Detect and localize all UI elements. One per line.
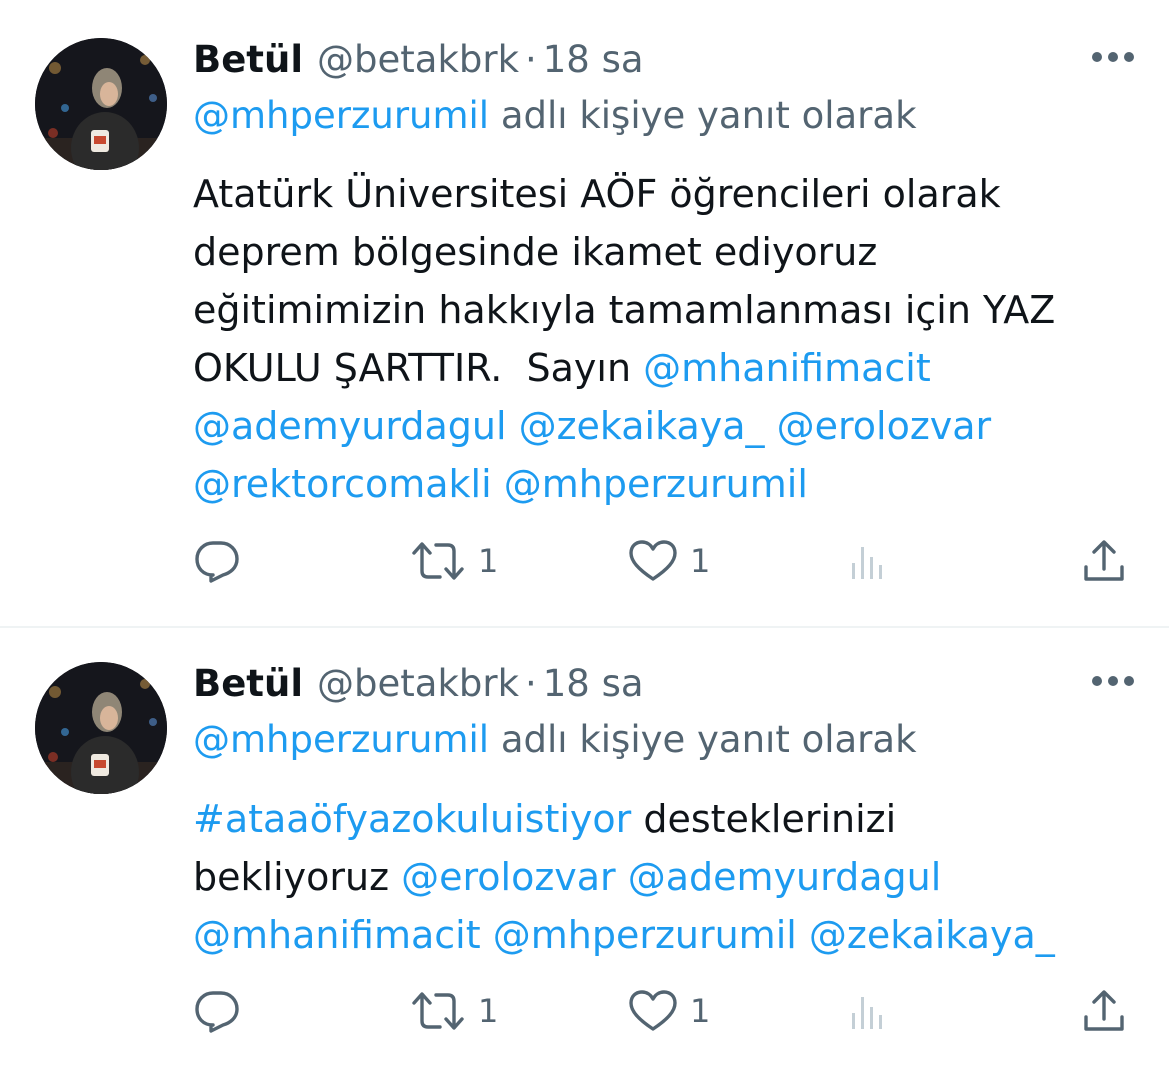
mention-link[interactable]: @zekaikaya_ bbox=[519, 404, 765, 448]
separator-dot: · bbox=[525, 37, 537, 81]
reply-icon bbox=[195, 541, 239, 583]
separator-dot: · bbox=[525, 661, 537, 705]
mention-link[interactable]: @ademyurdagul bbox=[193, 404, 507, 448]
mention-link[interactable]: @ademyurdagul bbox=[628, 855, 942, 899]
like-count: 1 bbox=[690, 542, 711, 580]
text-line: @mhanifimacit @mhperzurumil @zekaikaya_ bbox=[193, 906, 1143, 964]
mention-link[interactable]: @mhperzurumil bbox=[493, 913, 797, 957]
more-horizontal-icon bbox=[1092, 52, 1134, 62]
text-segment: Atatürk Üniversitesi AÖF öğrencileri ola… bbox=[193, 172, 1001, 216]
text-line: eğitimimizin hakkıyla tamamlanması için … bbox=[193, 281, 1143, 339]
avatar-photo bbox=[35, 662, 167, 794]
text-segment: deprem bölgesinde ikamet ediyoruz bbox=[193, 230, 878, 274]
like-count: 1 bbox=[690, 992, 711, 1030]
reply-button[interactable] bbox=[193, 536, 253, 586]
tweet-header: Betül @betakbrk · 18 sa bbox=[193, 658, 644, 708]
share-icon bbox=[1084, 990, 1124, 1031]
analytics-icon bbox=[852, 997, 882, 1029]
mention-link[interactable]: @mhanifimacit bbox=[643, 346, 931, 390]
action-bar: 1 1 bbox=[0, 986, 1169, 1036]
retweet-button[interactable]: 1 bbox=[410, 536, 498, 586]
text-segment: desteklerinizi bbox=[631, 797, 897, 841]
mention-link[interactable]: @rektorcomakli bbox=[193, 462, 492, 506]
replying-to: @mhperzurumil adlı kişiye yanıt olarak bbox=[193, 94, 917, 137]
analytics-button[interactable] bbox=[846, 536, 902, 586]
avatar[interactable] bbox=[35, 662, 167, 794]
more-horizontal-icon bbox=[1092, 676, 1134, 686]
author-handle[interactable]: @betakbrk bbox=[317, 662, 519, 705]
text-segment: OKULU ŞARTTIR. Sayın bbox=[193, 346, 644, 390]
mention-link[interactable]: @mhanifimacit bbox=[193, 913, 481, 957]
heart-icon bbox=[629, 990, 677, 1031]
action-bar: 1 1 bbox=[0, 536, 1169, 586]
avatar[interactable] bbox=[35, 38, 167, 170]
text-line: deprem bölgesinde ikamet ediyoruz bbox=[193, 223, 1143, 281]
mention-link[interactable]: @erolozvar bbox=[401, 855, 616, 899]
more-options-button[interactable] bbox=[1089, 666, 1137, 696]
heart-icon bbox=[629, 540, 677, 581]
like-button[interactable]: 1 bbox=[628, 986, 710, 1036]
mention-link[interactable]: @zekaikaya_ bbox=[809, 913, 1055, 957]
replying-to-label: adlı kişiye yanıt olarak bbox=[500, 718, 917, 761]
tweet-text: Atatürk Üniversitesi AÖF öğrencileri ola… bbox=[193, 165, 1143, 513]
timestamp[interactable]: 18 sa bbox=[543, 38, 644, 81]
retweet-count: 1 bbox=[478, 992, 499, 1030]
analytics-icon bbox=[852, 547, 882, 579]
timestamp[interactable]: 18 sa bbox=[543, 662, 644, 705]
reply-icon bbox=[195, 991, 239, 1033]
share-icon bbox=[1084, 540, 1124, 581]
text-segment: bekliyoruz bbox=[193, 855, 402, 899]
author-name[interactable]: Betül bbox=[193, 38, 303, 81]
retweet-count: 1 bbox=[478, 542, 499, 580]
replying-to-handle[interactable]: @mhperzurumil bbox=[193, 94, 489, 137]
text-line: @rektorcomakli @mhperzurumil bbox=[193, 455, 1143, 513]
text-line: Atatürk Üniversitesi AÖF öğrencileri ola… bbox=[193, 165, 1143, 223]
replying-to-handle[interactable]: @mhperzurumil bbox=[193, 718, 489, 761]
hashtag-link[interactable]: #ataaöfyazokuluistiyor bbox=[193, 797, 631, 841]
author-name[interactable]: Betül bbox=[193, 662, 303, 705]
replying-to-label: adlı kişiye yanıt olarak bbox=[500, 94, 917, 137]
retweet-button[interactable]: 1 bbox=[410, 986, 498, 1036]
text-line: @ademyurdagul @zekaikaya_ @erolozvar bbox=[193, 397, 1143, 455]
reply-button[interactable] bbox=[193, 986, 253, 1036]
mention-link[interactable]: @mhperzurumil bbox=[504, 462, 808, 506]
text-line: #ataaöfyazokuluistiyor desteklerinizi bbox=[193, 790, 1143, 848]
replying-to: @mhperzurumil adlı kişiye yanıt olarak bbox=[193, 718, 917, 761]
analytics-button[interactable] bbox=[846, 986, 902, 1036]
avatar-photo bbox=[35, 38, 167, 170]
retweet-icon bbox=[412, 992, 464, 1030]
more-options-button[interactable] bbox=[1089, 42, 1137, 72]
like-button[interactable]: 1 bbox=[628, 536, 710, 586]
tweet-text: #ataaöfyazokuluistiyor desteklerinizi be… bbox=[193, 790, 1143, 964]
text-line: OKULU ŞARTTIR. Sayın @mhanifimacit bbox=[193, 339, 1143, 397]
share-button[interactable] bbox=[1080, 536, 1128, 586]
text-line: bekliyoruz @erolozvar @ademyurdagul bbox=[193, 848, 1143, 906]
mention-link[interactable]: @erolozvar bbox=[777, 404, 992, 448]
text-segment: eğitimimizin hakkıyla tamamlanması için … bbox=[193, 288, 1056, 332]
tweet-header: Betül @betakbrk · 18 sa bbox=[193, 34, 644, 84]
tweet[interactable]: Betül @betakbrk · 18 sa @mhperzurumil ad… bbox=[0, 628, 1169, 1068]
share-button[interactable] bbox=[1080, 986, 1128, 1036]
author-handle[interactable]: @betakbrk bbox=[317, 38, 519, 81]
tweet[interactable]: Betül @betakbrk · 18 sa @mhperzurumil ad… bbox=[0, 0, 1169, 626]
retweet-icon bbox=[412, 542, 464, 580]
